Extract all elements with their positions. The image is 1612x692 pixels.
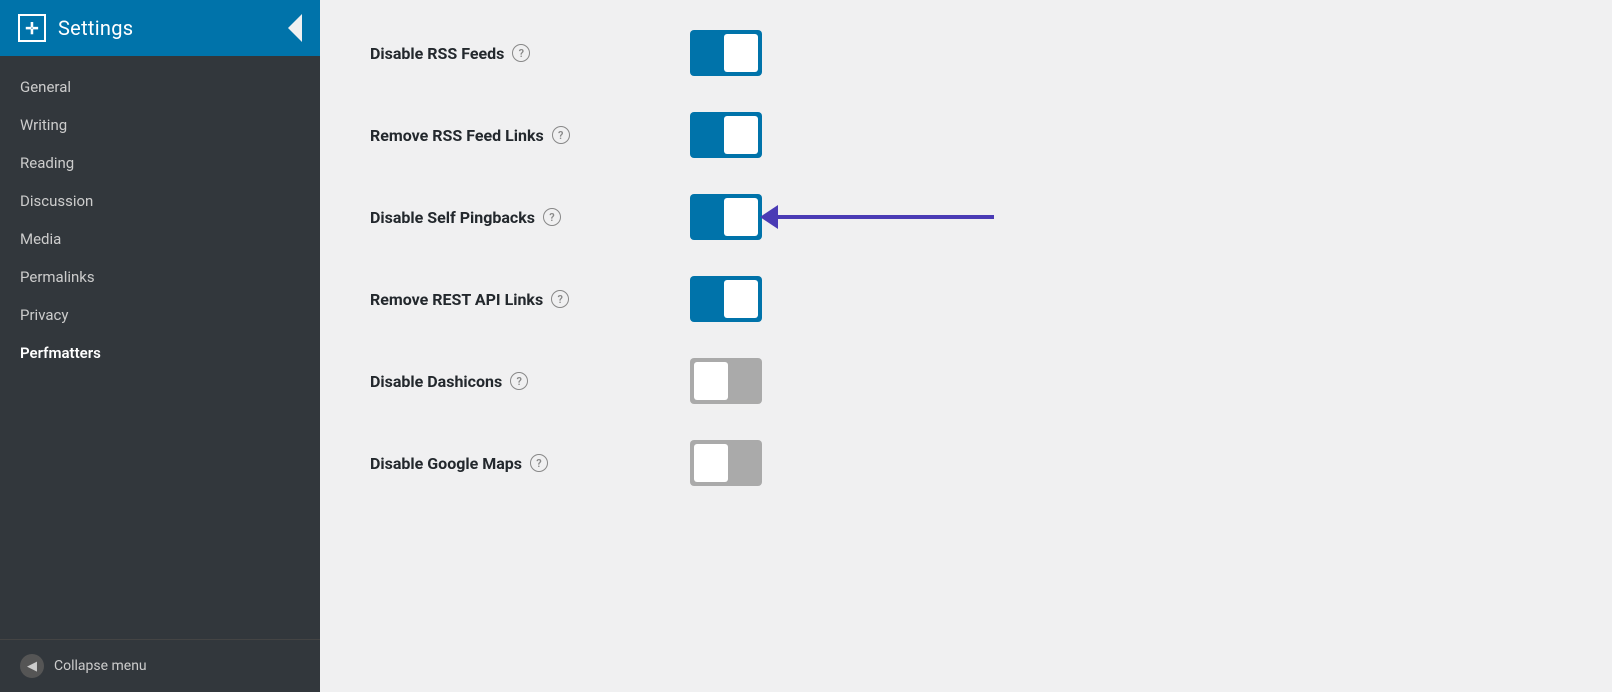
- toggle-remove-rss-feed-links[interactable]: [690, 112, 762, 158]
- help-icon-disable-google-maps[interactable]: ?: [530, 454, 548, 472]
- toggle-thumb-disable-rss-feeds: [724, 34, 758, 72]
- sidebar-header: ✛ Settings: [0, 0, 320, 56]
- help-icon-disable-self-pingbacks[interactable]: ?: [543, 208, 561, 226]
- settings-label-remove-rss-feed-links: Remove RSS Feed Links?: [370, 126, 690, 145]
- sidebar-nav: GeneralWritingReadingDiscussionMediaPerm…: [0, 56, 320, 639]
- sidebar-item-writing[interactable]: Writing: [0, 106, 320, 144]
- settings-label-remove-rest-api-links: Remove REST API Links?: [370, 290, 690, 309]
- collapse-menu-button[interactable]: ◀ Collapse menu: [0, 639, 320, 692]
- sidebar-item-discussion[interactable]: Discussion: [0, 182, 320, 220]
- toggle-remove-rest-api-links[interactable]: [690, 276, 762, 322]
- label-text-remove-rest-api-links: Remove REST API Links: [370, 290, 543, 309]
- toggle-disable-rss-feeds[interactable]: [690, 30, 762, 76]
- collapse-icon: ◀: [20, 654, 44, 678]
- settings-row-disable-rss-feeds: Disable RSS Feeds?: [370, 30, 1562, 76]
- arrow-annotation: [760, 205, 994, 229]
- sidebar-arrow-indicator: [288, 14, 302, 42]
- settings-row-disable-dashicons: Disable Dashicons?: [370, 358, 1562, 404]
- label-text-disable-rss-feeds: Disable RSS Feeds: [370, 44, 504, 63]
- settings-row-disable-self-pingbacks: Disable Self Pingbacks?: [370, 194, 1562, 240]
- toggle-thumb-remove-rss-feed-links: [724, 116, 758, 154]
- settings-row-remove-rest-api-links: Remove REST API Links?: [370, 276, 1562, 322]
- settings-row-disable-google-maps: Disable Google Maps?: [370, 440, 1562, 486]
- help-icon-remove-rest-api-links[interactable]: ?: [551, 290, 569, 308]
- arrow-line: [774, 215, 994, 219]
- help-icon-disable-dashicons[interactable]: ?: [510, 372, 528, 390]
- sidebar: ✛ Settings GeneralWritingReadingDiscussi…: [0, 0, 320, 692]
- label-text-disable-self-pingbacks: Disable Self Pingbacks: [370, 208, 535, 227]
- label-text-disable-google-maps: Disable Google Maps: [370, 454, 522, 473]
- collapse-label: Collapse menu: [54, 658, 147, 674]
- label-text-disable-dashicons: Disable Dashicons: [370, 372, 502, 391]
- main-content: Disable RSS Feeds?Remove RSS Feed Links?…: [320, 0, 1612, 692]
- help-icon-remove-rss-feed-links[interactable]: ?: [552, 126, 570, 144]
- toggle-disable-self-pingbacks[interactable]: [690, 194, 762, 240]
- sidebar-item-privacy[interactable]: Privacy: [0, 296, 320, 334]
- settings-icon: ✛: [18, 14, 46, 42]
- sidebar-title: Settings: [58, 16, 133, 40]
- toggle-disable-dashicons[interactable]: [690, 358, 762, 404]
- sidebar-item-perfmatters[interactable]: Perfmatters: [0, 334, 320, 372]
- toggle-thumb-disable-dashicons: [694, 362, 728, 400]
- settings-label-disable-self-pingbacks: Disable Self Pingbacks?: [370, 208, 690, 227]
- settings-label-disable-rss-feeds: Disable RSS Feeds?: [370, 44, 690, 63]
- sidebar-item-media[interactable]: Media: [0, 220, 320, 258]
- label-text-remove-rss-feed-links: Remove RSS Feed Links: [370, 126, 544, 145]
- sidebar-item-reading[interactable]: Reading: [0, 144, 320, 182]
- help-icon-disable-rss-feeds[interactable]: ?: [512, 44, 530, 62]
- settings-row-remove-rss-feed-links: Remove RSS Feed Links?: [370, 112, 1562, 158]
- settings-label-disable-google-maps: Disable Google Maps?: [370, 454, 690, 473]
- sidebar-item-general[interactable]: General: [0, 68, 320, 106]
- toggle-thumb-disable-google-maps: [694, 444, 728, 482]
- toggle-thumb-remove-rest-api-links: [724, 280, 758, 318]
- toggle-thumb-disable-self-pingbacks: [724, 198, 758, 236]
- settings-label-disable-dashicons: Disable Dashicons?: [370, 372, 690, 391]
- sidebar-item-permalinks[interactable]: Permalinks: [0, 258, 320, 296]
- toggle-disable-google-maps[interactable]: [690, 440, 762, 486]
